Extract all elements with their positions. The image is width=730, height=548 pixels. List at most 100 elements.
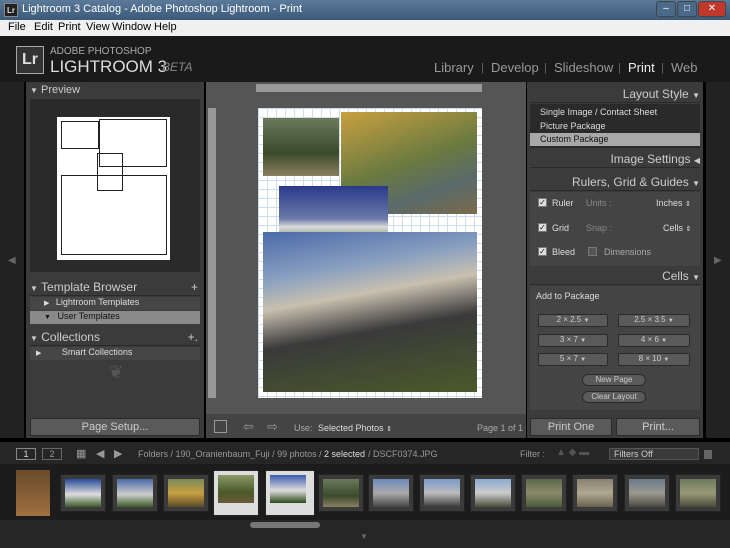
print-one-button[interactable]: Print One (530, 418, 612, 436)
menu-help[interactable]: Help (154, 21, 177, 33)
layout-option[interactable]: Single Image / Contact Sheet (540, 107, 657, 117)
minimize-button[interactable]: – (656, 1, 676, 17)
size-button[interactable]: 5 × 7 ▼ (538, 353, 608, 366)
thumbnail[interactable] (675, 474, 721, 512)
toolbar-square-icon[interactable] (214, 420, 227, 433)
units-value: Inches (656, 198, 683, 208)
thumbnail[interactable] (419, 474, 465, 512)
snap-label: Snap : (586, 223, 613, 233)
size-button[interactable]: 8 × 10 ▼ (618, 353, 690, 366)
snap-dropdown[interactable]: Cells ⇕ (663, 223, 691, 233)
grid-view-icon[interactable]: ▦ (76, 447, 86, 460)
close-button[interactable]: ✕ (698, 1, 726, 17)
collections-header[interactable]: ▼ Collections +. (30, 330, 200, 346)
current-file[interactable]: / DSCF0374.JPG (368, 449, 438, 459)
thumbnail[interactable] (572, 474, 618, 512)
module-slideshow[interactable]: Slideshow (554, 60, 613, 75)
grid-checkbox[interactable]: ✓ (538, 223, 547, 232)
new-page-button[interactable]: New Page (582, 374, 646, 386)
vertical-ruler (208, 108, 216, 398)
view-2-button[interactable]: 2 (42, 448, 62, 460)
size-button[interactable]: 3 × 7 ▼ (538, 334, 608, 347)
snap-value: Cells (663, 223, 684, 233)
thumbnail[interactable] (163, 474, 209, 512)
thumbnail[interactable] (16, 470, 50, 516)
collection-item-label: Smart Collections (61, 347, 133, 357)
units-dropdown[interactable]: Inches ⇕ (656, 198, 691, 208)
add-template-icon[interactable]: + (191, 280, 198, 294)
module-separator: | (661, 62, 664, 74)
left-collapse-icon[interactable]: ◀ (8, 255, 16, 266)
add-collection-icon[interactable]: +. (188, 330, 198, 344)
filmstrip-scrollbar[interactable] (250, 522, 320, 528)
thumbnail-strip (0, 464, 730, 520)
preview-header[interactable]: ▼ Preview (30, 84, 200, 100)
previous-page-icon[interactable]: ⇦ (243, 419, 254, 435)
template-browser-title: Template Browser (41, 280, 138, 294)
module-web[interactable]: Web (671, 60, 698, 75)
cells-header[interactable]: Cells ▼ (530, 269, 700, 285)
view-1-button[interactable]: 1 (16, 448, 36, 460)
back-arrow-icon[interactable]: ◀ (96, 447, 104, 460)
window-title: Lightroom 3 Catalog - Adobe Photoshop Li… (22, 3, 303, 15)
menu-view[interactable]: View (86, 21, 110, 33)
menu-print[interactable]: Print (58, 21, 81, 33)
menu-window[interactable]: Window (112, 21, 151, 33)
lock-icon[interactable] (704, 450, 712, 459)
thumbnail[interactable] (521, 474, 567, 512)
layout-option[interactable]: Picture Package (540, 121, 606, 131)
template-folder[interactable]: ▶ Lightroom Templates (30, 297, 200, 310)
brand-line2: LIGHTROOM 3 (50, 57, 168, 76)
thumbnail-selected[interactable] (265, 470, 315, 516)
right-collapse-icon[interactable]: ▶ (714, 255, 722, 266)
size-label: 2 × 2.5 (556, 315, 582, 324)
template-folder-selected[interactable]: ▼ User Templates (30, 311, 200, 324)
ruler-checkbox[interactable]: ✓ (538, 198, 547, 207)
module-print[interactable]: Print (628, 60, 655, 75)
folder-path[interactable]: Folders / 190_Oranienbaum_Fuji / 99 phot… (138, 449, 322, 459)
photo-cell[interactable] (263, 118, 339, 176)
use-label: Use: (294, 423, 313, 433)
menu-edit[interactable]: Edit (34, 21, 53, 33)
menu-file[interactable]: File (8, 21, 26, 33)
maximize-button[interactable]: □ (677, 1, 697, 17)
size-button[interactable]: 2.5 × 3.5 ▼ (618, 314, 690, 327)
thumbnail[interactable] (112, 474, 158, 512)
filter-label: Filter : (520, 449, 546, 459)
thumbnail[interactable] (60, 474, 106, 512)
horizontal-ruler (256, 84, 482, 92)
print-button[interactable]: Print... (616, 418, 700, 436)
size-label: 5 × 7 (559, 354, 578, 363)
rulers-grid-header[interactable]: Rulers, Grid & Guides ▼ (530, 175, 700, 191)
chevron-updown-icon: ⇕ (685, 226, 692, 233)
use-value: Selected Photos (318, 423, 384, 433)
thumbnail[interactable] (624, 474, 670, 512)
thumbnail[interactable] (368, 474, 414, 512)
page-setup-button[interactable]: Page Setup... (30, 418, 200, 436)
bleed-checkbox[interactable]: ✓ (538, 247, 547, 256)
flag-filter-icons[interactable]: ▲ ◆ ▬ (556, 447, 589, 458)
module-develop[interactable]: Develop (491, 60, 539, 75)
photo-cell-large[interactable] (263, 232, 477, 392)
size-button[interactable]: 2 × 2.5 ▼ (538, 314, 608, 327)
add-to-package-label: Add to Package (536, 291, 600, 301)
thumbnail[interactable] (318, 474, 364, 512)
template-browser-header[interactable]: ▼ Template Browser + (30, 280, 200, 296)
image-settings-header[interactable]: Image Settings ◀ (530, 152, 700, 168)
thumbnail[interactable] (470, 474, 516, 512)
size-button[interactable]: 4 × 6 ▼ (618, 334, 690, 347)
next-page-icon[interactable]: ⇨ (267, 419, 278, 435)
filmstrip-collapse-icon[interactable]: ▼ (360, 532, 368, 541)
chevron-down-icon: ▼ (661, 338, 668, 344)
collection-item[interactable]: ▶ Smart Collections (30, 347, 200, 360)
layout-style-header[interactable]: Layout Style ▼ (530, 87, 700, 103)
forward-arrow-icon[interactable]: ▶ (114, 447, 122, 460)
layout-option-selected[interactable]: Custom Package (530, 133, 700, 146)
dimensions-checkbox[interactable] (588, 247, 597, 256)
module-library[interactable]: Library (434, 60, 474, 75)
preview-cell (61, 175, 167, 255)
filter-dropdown[interactable]: Filters Off (609, 448, 699, 460)
use-dropdown[interactable]: Selected Photos ⇕ (318, 423, 392, 433)
clear-layout-button[interactable]: Clear Layout (582, 391, 646, 403)
thumbnail-selected[interactable] (213, 470, 259, 516)
